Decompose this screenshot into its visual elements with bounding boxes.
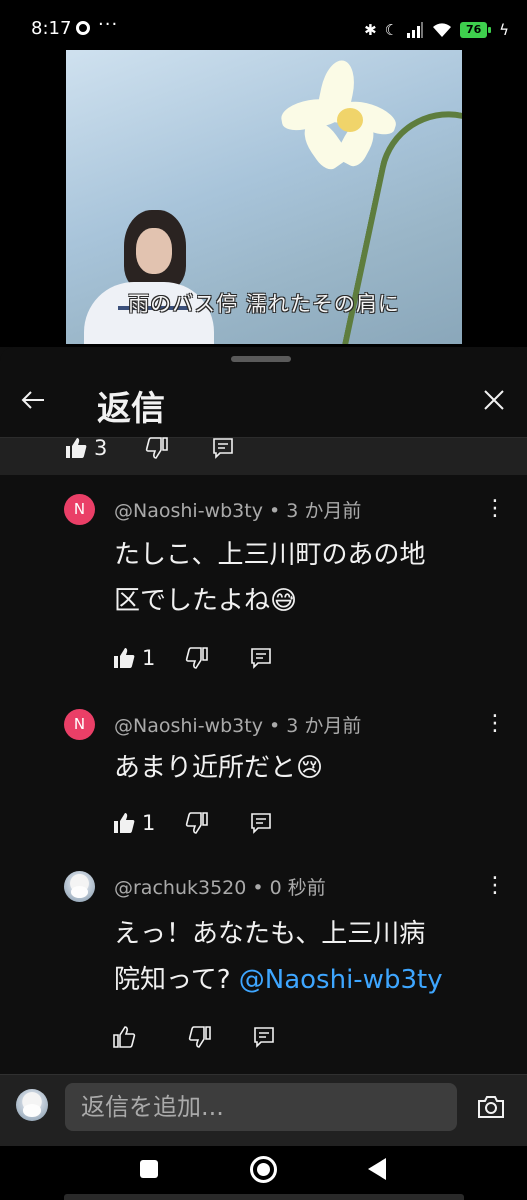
reply-icon[interactable] [249,811,273,835]
comment-actions: 1 [112,646,273,670]
camera-icon [478,1096,504,1118]
status-icons: ✱ ☾ 76 ϟ [364,20,509,40]
comment-meta: @Naoshi-wb3ty • 3 か月前 [114,715,362,737]
like-filled-icon[interactable] [112,646,136,670]
drag-handle[interactable] [231,356,291,362]
close-button[interactable] [477,383,511,417]
bluetooth-icon: ✱ [364,21,377,39]
battery-level: 76 [460,22,488,38]
lily-flower [279,57,401,174]
comment-actions [112,1025,276,1049]
dislike-icon[interactable] [185,646,209,670]
replies-sheet: 返信 3 N @Naoshi-wb3ty • 3 か月前 ⋮ たしこ、上三川町の… [0,347,527,1074]
dislike-icon[interactable] [188,1025,212,1049]
more-options-icon[interactable]: ⋮ [484,713,506,739]
comment-meta: @rachuk3520 • 0 秒前 [114,877,326,899]
system-nav-bar [0,1146,527,1200]
dislike-icon[interactable] [145,436,169,460]
video-frame[interactable]: 雨のバス停 濡れたその肩に [66,50,462,344]
parent-comment-actions: 3 [0,436,527,475]
like-count: 1 [142,811,156,835]
reply-input[interactable]: 返信を追加... [65,1083,457,1131]
sheet-title: 返信 [97,389,165,429]
comment-time: 3 か月前 [286,715,362,737]
comment-text-line: えっ！あなたも、上三川病 [114,919,426,949]
like-filled-icon[interactable] [64,436,88,460]
avatar[interactable]: N [64,494,95,525]
comment-time: 0 秒前 [269,877,326,899]
back-arrow-icon [21,391,44,409]
comment-author[interactable]: @Naoshi-wb3ty [114,500,263,522]
more-options-icon[interactable]: ⋮ [484,498,506,524]
comment-author[interactable]: @Naoshi-wb3ty [114,715,263,737]
like-filled-icon[interactable] [112,811,136,835]
back-nav-button[interactable] [368,1158,386,1180]
close-icon [484,390,504,410]
comment-text: あまり近所だと😢 [114,745,504,791]
moon-icon: ☾ [384,21,399,39]
like-count: 1 [142,646,156,670]
comment-text: えっ！あなたも、上三川病 院知って? @Naoshi-wb3ty [114,911,504,1003]
like-icon[interactable] [112,1025,136,1049]
avatar[interactable] [64,871,95,902]
reply-icon[interactable] [249,646,273,670]
comment-text-line: あまり近所だと😢 [114,753,324,783]
recents-button[interactable] [140,1160,158,1178]
dislike-icon[interactable] [185,811,209,835]
comment-actions: 1 [112,811,273,835]
reply-icon[interactable] [211,436,235,460]
reply-icon[interactable] [252,1025,276,1049]
singer-figure [84,210,214,344]
home-button[interactable] [250,1156,277,1183]
comment-meta: @Naoshi-wb3ty • 3 か月前 [114,500,362,522]
video-subtitle: 雨のバス停 濡れたその肩に [128,292,400,316]
comment-text: たしこ、上三川町のあの地 区でしたよね😅 [114,532,504,624]
comment-text-line: 院知って? @Naoshi-wb3ty [114,965,443,995]
mention-link[interactable]: @Naoshi-wb3ty [239,965,443,995]
reply-compose-bar: 返信を追加... [0,1074,527,1146]
gesture-strip [64,1194,464,1200]
comment-time: 3 か月前 [286,500,362,522]
user-avatar [16,1089,48,1121]
sheet-header: 返信 [0,367,527,437]
more-options-icon[interactable]: ⋮ [484,875,506,901]
camera-button[interactable] [475,1091,507,1123]
chrome-icon [76,21,90,35]
back-button[interactable] [16,383,50,417]
comment-text-line: 区でしたよね😅 [114,586,298,616]
more-notifications-icon: ··· [98,14,119,35]
battery-indicator: 76 [460,22,492,38]
status-time: 8:17 [31,18,72,39]
comment-text-line: たしこ、上三川町のあの地 [114,540,426,570]
comment-author[interactable]: @rachuk3520 [114,877,246,899]
charging-icon: ϟ [499,21,509,39]
signal-icon [407,22,424,38]
parent-like-count: 3 [94,436,108,460]
wifi-icon [433,23,452,37]
avatar[interactable]: N [64,709,95,740]
